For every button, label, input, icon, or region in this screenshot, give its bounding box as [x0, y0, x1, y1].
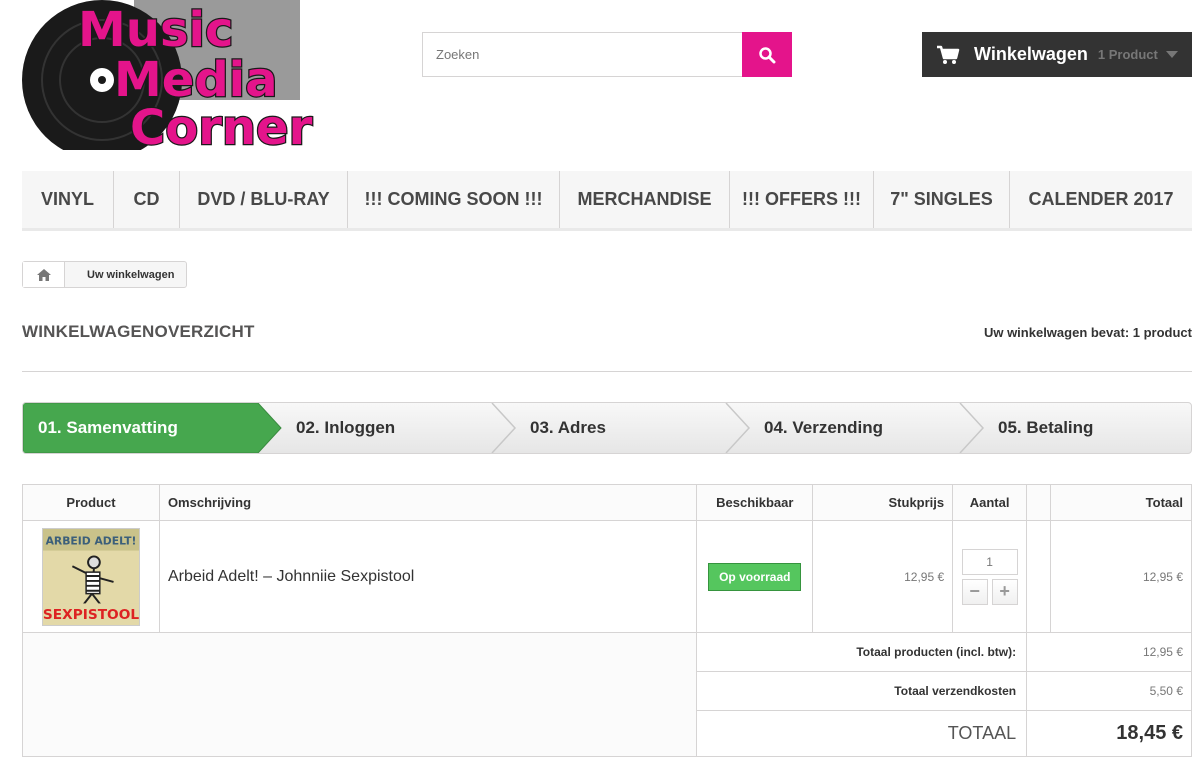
shipping-total-value: 5,50 € [1026, 671, 1192, 711]
table-header-row: Product Omschrijving Beschikbaar Stukpri… [22, 484, 1192, 521]
row-total: 12,95 € [1050, 520, 1192, 633]
breadcrumb-current: Uw winkelwagen [87, 268, 175, 281]
menu-item-dvd-blu-ray[interactable]: DVD / BLU-RAY [180, 171, 348, 228]
divider [22, 371, 1192, 372]
svg-text:ARBEID ADELT!: ARBEID ADELT! [46, 534, 137, 547]
menu-item-offers[interactable]: !!! OFFERS !!! [730, 171, 874, 228]
delete-cell [1026, 520, 1052, 633]
plus-icon[interactable]: + [991, 578, 1018, 605]
site-logo[interactable]: Music Media Corner [22, 0, 322, 160]
in-stock-badge: Op voorraad [708, 562, 802, 591]
page-title: WINKELWAGENOVERZICHT [22, 322, 255, 341]
main-menu: VINYL CD DVD / BLU-RAY !!! COMING SOON !… [22, 171, 1192, 231]
menu-item-merchandise[interactable]: MERCHANDISE [560, 171, 730, 228]
step-login[interactable]: 02. Inloggen [296, 403, 395, 453]
menu-item-7-singles[interactable]: 7" SINGLES [874, 171, 1010, 228]
products-total-label: Totaal producten (incl. btw): [696, 632, 1028, 672]
menu-item-coming-soon[interactable]: !!! COMING SOON !!! [348, 171, 560, 228]
search-icon [759, 46, 776, 63]
shopping-cart-icon [937, 45, 960, 64]
quantity-input[interactable] [961, 548, 1018, 575]
summary-products-row: Totaal producten (incl. btw): 12,95 € [21, 632, 1192, 757]
menu-item-calender-2017[interactable]: CALENDER 2017 [1010, 171, 1192, 228]
cart-count: 1 Product [1097, 47, 1158, 62]
header-quantity: Aantal [952, 484, 1028, 521]
availability-cell: Op voorraad [696, 520, 814, 633]
vinyl-record-icon: Music Media Corner [22, 0, 314, 160]
products-total-value: 12,95 € [1026, 632, 1192, 672]
product-description[interactable]: Arbeid Adelt! – Johnniie Sexpistool [158, 520, 698, 633]
shipping-total-label: Totaal verzendkosten [696, 671, 1028, 711]
cart-button[interactable]: Winkelwagen 1 Product [922, 32, 1192, 77]
cart-table: Product Omschrijving Beschikbaar Stukpri… [21, 484, 1192, 757]
unit-price: 12,95 € [812, 520, 954, 633]
chevron-down-icon [1165, 51, 1178, 58]
header-total: Totaal [1050, 484, 1192, 521]
home-icon [36, 268, 51, 281]
grand-total-label: TOTAAL [696, 710, 1028, 757]
header-unit-price: Stukprijs [812, 484, 954, 521]
quantity-stepper: − + [961, 548, 1018, 605]
quantity-cell: − + [952, 520, 1028, 633]
breadcrumb-home[interactable] [23, 262, 65, 287]
grand-total-value: 18,45 € [1026, 710, 1192, 757]
minus-icon[interactable]: − [961, 578, 988, 605]
step-payment[interactable]: 05. Betaling [998, 403, 1093, 453]
menu-item-cd[interactable]: CD [114, 171, 180, 228]
svg-text:SEXPISTOOL: SEXPISTOOL [43, 607, 139, 623]
header-availability: Beschikbaar [696, 484, 814, 521]
header-delete [1026, 484, 1052, 521]
checkout-steps: 01. Samenvatting 02. Inloggen 03. Adres … [22, 402, 1192, 454]
menu-item-vinyl[interactable]: VINYL [22, 171, 114, 228]
svg-text:Corner: Corner [130, 100, 313, 150]
header-description: Omschrijving [158, 484, 698, 521]
cart-label: Winkelwagen [974, 44, 1088, 64]
step-shipping[interactable]: 04. Verzending [764, 403, 883, 453]
step-address[interactable]: 03. Adres [530, 403, 606, 453]
search-button[interactable] [742, 32, 792, 77]
step-summary[interactable]: 01. Samenvatting [38, 403, 178, 453]
search-input[interactable] [422, 32, 742, 77]
product-image[interactable]: ARBEID ADELT! SEXPISTOOL [41, 527, 140, 626]
cart-summary-text: Uw winkelwagen bevat: 1 product [983, 325, 1192, 340]
search-bar [422, 32, 792, 77]
svg-text:Music: Music [78, 2, 233, 58]
breadcrumb: Uw winkelwagen [22, 261, 188, 288]
product-image-cell: ARBEID ADELT! SEXPISTOOL [22, 520, 160, 633]
table-row: ARBEID ADELT! SEXPISTOOL Arbeid Adelt! –… [22, 520, 1192, 633]
summary-spacer [21, 632, 698, 757]
header-product: Product [22, 484, 160, 521]
